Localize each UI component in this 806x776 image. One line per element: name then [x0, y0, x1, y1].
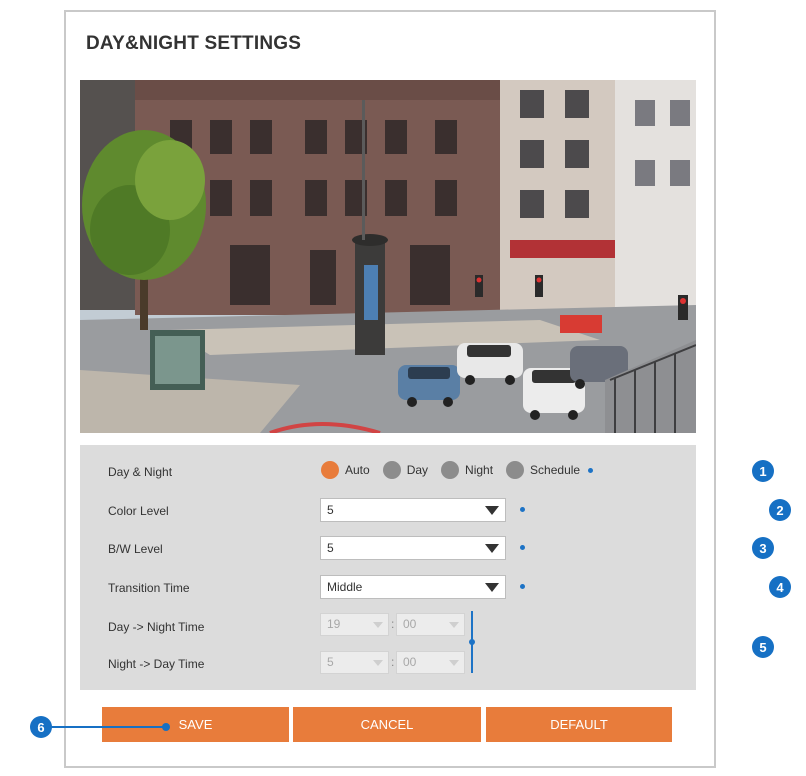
transition-time-label: Transition Time: [108, 581, 190, 595]
day-to-night-time-separator: :: [391, 617, 395, 631]
color-level-label: Color Level: [108, 504, 169, 518]
radio-day-label: Day: [406, 463, 429, 477]
page-title: DAY&NIGHT SETTINGS: [86, 33, 302, 54]
cancel-button[interactable]: CANCEL: [293, 707, 481, 742]
day-night-radio-group: Auto Day Night Schedule: [321, 459, 594, 481]
night-to-day-hour-value: 5: [327, 655, 334, 669]
save-button[interactable]: SAVE: [102, 707, 289, 742]
radio-schedule-label: Schedule: [530, 463, 581, 477]
day-to-night-minute-value: 00: [403, 617, 417, 631]
bw-level-marker-dot: [520, 545, 525, 550]
callout-6: 6: [30, 716, 52, 738]
callout-2: 2: [769, 499, 791, 521]
day-to-night-hour-select[interactable]: 19: [320, 613, 389, 636]
color-level-select[interactable]: 5: [320, 498, 506, 522]
callout-6-leader-dot: [162, 723, 170, 731]
radio-schedule-indicator: [506, 461, 525, 479]
night-to-day-time-separator: :: [391, 655, 395, 669]
day-to-night-minute-chevron-down-icon: [449, 622, 459, 628]
radio-day-indicator: [382, 461, 401, 479]
color-level-marker-dot: [520, 507, 525, 512]
bw-level-select[interactable]: 5: [320, 536, 506, 560]
radio-night-label: Night: [465, 463, 494, 477]
transition-time-value: Middle: [327, 580, 363, 594]
transition-time-marker-dot: [520, 584, 525, 589]
radio-auto-indicator: [321, 461, 339, 479]
callout-6-leader-line: [50, 726, 168, 728]
color-level-chevron-down-icon: [485, 506, 499, 515]
radio-schedule[interactable]: Schedule: [506, 461, 580, 479]
day-to-night-hour-value: 19: [327, 617, 341, 631]
day-night-marker-dot: [588, 467, 594, 473]
callout-1: 1: [752, 460, 774, 482]
camera-preview-image: [80, 80, 696, 433]
radio-auto-label: Auto: [345, 463, 370, 477]
day-to-night-time-label: Day -> Night Time: [108, 620, 205, 634]
bw-level-label: B/W Level: [108, 542, 163, 556]
schedule-bracket-dot: [469, 639, 475, 645]
callout-4: 4: [769, 576, 791, 598]
night-to-day-hour-select[interactable]: 5: [320, 651, 389, 674]
radio-day[interactable]: Day: [382, 461, 429, 479]
day-to-night-minute-select[interactable]: 00: [396, 613, 465, 636]
bw-level-chevron-down-icon: [485, 544, 499, 553]
transition-time-select[interactable]: Middle: [320, 575, 506, 599]
callout-3: 3: [752, 537, 774, 559]
callout-5: 5: [752, 636, 774, 658]
night-to-day-minute-chevron-down-icon: [449, 660, 459, 666]
day-night-settings-form: Day & Night Auto Day Night Schedule Colo…: [80, 445, 696, 690]
night-to-day-hour-chevron-down-icon: [373, 660, 383, 666]
radio-night[interactable]: Night: [441, 461, 493, 479]
night-to-day-minute-select[interactable]: 00: [396, 651, 465, 674]
day-night-label: Day & Night: [108, 465, 173, 479]
camera-preview: [80, 80, 696, 433]
radio-night-indicator: [441, 461, 460, 479]
day-to-night-hour-chevron-down-icon: [373, 622, 383, 628]
transition-time-chevron-down-icon: [485, 583, 499, 592]
night-to-day-time-label: Night -> Day Time: [108, 657, 205, 671]
night-to-day-minute-value: 00: [403, 655, 417, 669]
color-level-value: 5: [327, 503, 334, 517]
default-button[interactable]: DEFAULT: [486, 707, 672, 742]
radio-auto[interactable]: Auto: [321, 461, 370, 479]
bw-level-value: 5: [327, 541, 334, 555]
